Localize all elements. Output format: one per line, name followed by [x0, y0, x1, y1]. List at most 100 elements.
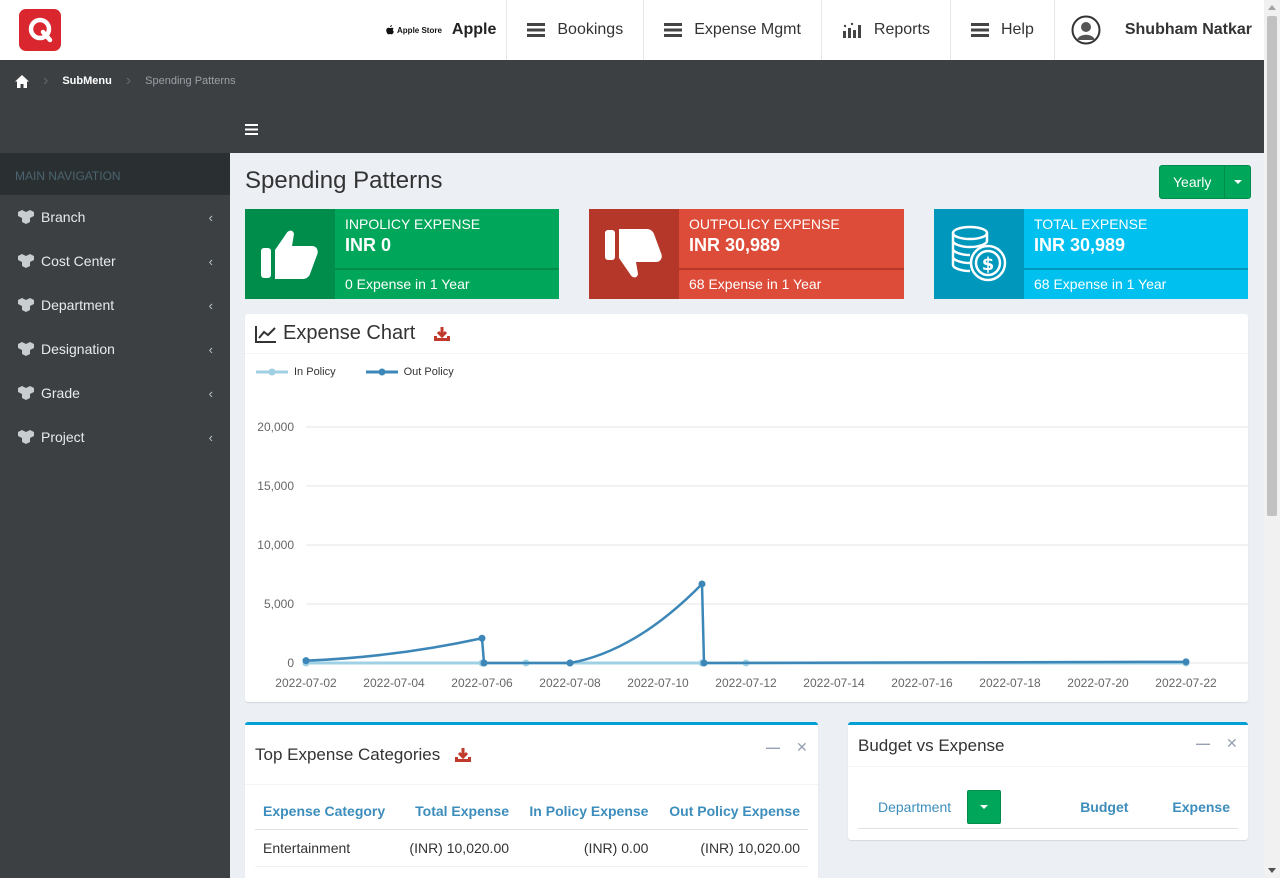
close-icon[interactable]: ✕ — [1226, 735, 1238, 752]
table-cell: (INR) 0.00 — [517, 829, 657, 867]
sidebar-item-department[interactable]: Department ‹ — [0, 283, 230, 327]
legend-out-policy[interactable]: Out Policy — [365, 366, 454, 378]
nav-reports[interactable]: Reports — [822, 0, 951, 60]
data-point[interactable] — [302, 659, 310, 667]
x-tick-label: 2022-07-16 — [891, 676, 953, 690]
department-label: Department — [878, 798, 952, 815]
x-tick-label: 2022-07-02 — [275, 676, 337, 690]
breadcrumb: › SubMenu › Spending Patterns — [15, 72, 236, 90]
home-icon[interactable] — [15, 74, 29, 88]
table-cell: (INR) 10,020.00 — [397, 829, 518, 867]
total-expense-value: INR 30,989 — [1034, 235, 1126, 255]
data-point[interactable] — [478, 659, 486, 667]
app-logo[interactable] — [12, 0, 68, 60]
download-icon[interactable] — [454, 747, 472, 763]
data-point[interactable] — [1182, 659, 1190, 667]
top-expense-table: Expense Category Total Expense In Policy E… — [255, 793, 808, 867]
chevron-left-icon: ‹ — [208, 385, 213, 401]
download-icon[interactable] — [433, 326, 451, 342]
data-point[interactable] — [566, 659, 574, 667]
data-point[interactable] — [478, 634, 486, 642]
total-expense-card-body: TOTAL EXPENSE INR 30,989 68 Expense in 1… — [1024, 209, 1248, 299]
content-header-band: › SubMenu › Spending Patterns — [0, 60, 1264, 153]
data-point[interactable] — [700, 659, 708, 667]
thumbs-down-icon — [589, 209, 679, 299]
table-column-header[interactable]: Out Policy Expense — [656, 793, 808, 830]
outpolicy-title: OUTPOLICY EXPENSE — [689, 216, 840, 232]
data-point[interactable] — [742, 659, 750, 667]
line-chart-icon — [255, 325, 276, 343]
collapse-icon[interactable]: — — [1196, 735, 1210, 752]
chevron-left-icon: ‹ — [208, 253, 213, 269]
budget-column-header: Budget — [1080, 798, 1129, 815]
top-navbar: Apple Store Apple Bookings Expense Mgmt … — [0, 0, 1264, 60]
data-point[interactable] — [480, 659, 488, 667]
nav-expense-mgmt[interactable]: Expense Mgmt — [644, 0, 822, 60]
apple-store-logo: Apple Store — [386, 25, 442, 35]
sidebar-item-cost-center[interactable]: Cost Center ‹ — [0, 239, 230, 283]
table-column-header[interactable]: In Policy Expense — [517, 793, 657, 830]
scroll-up-arrow-icon[interactable] — [1268, 5, 1276, 10]
table-column-header[interactable]: Expense Category — [255, 793, 398, 830]
y-tick-label: 5,000 — [264, 597, 294, 611]
sidebar-toggle-button[interactable] — [245, 122, 258, 140]
sidebar-item-branch[interactable]: Branch ‹ — [0, 195, 230, 239]
budget-vs-expense-title: Budget vs Expense — [858, 735, 1005, 755]
department-dropdown-button[interactable] — [967, 789, 1002, 824]
scroll-down-arrow-icon[interactable] — [1268, 868, 1276, 873]
nav-help[interactable]: Help — [951, 0, 1055, 60]
sidebar: MAIN NAVIGATION Branch ‹ Cost Center ‹ Depar… — [0, 153, 230, 878]
x-tick-label: 2022-07-12 — [715, 676, 777, 690]
sidebar-item-grade[interactable]: Grade ‹ — [0, 371, 230, 415]
expense-column-header: Expense — [1172, 798, 1230, 815]
outpolicy-card-body: OUTPOLICY EXPENSE INR 30,989 68 Expense … — [679, 209, 904, 299]
outpolicy-value: INR 30,989 — [689, 235, 781, 255]
legend-in-policy[interactable]: In Policy — [256, 366, 336, 378]
data-point[interactable] — [698, 580, 706, 588]
cubes-icon — [18, 386, 34, 400]
data-point[interactable] — [522, 659, 530, 667]
period-dropdown[interactable]: Yearly — [1159, 165, 1252, 199]
period-dropdown-toggle[interactable] — [1225, 166, 1250, 198]
expense-chart-box: Expense Chart In Policy Out Policy 0 5,00… — [245, 314, 1248, 702]
brand-store[interactable]: Apple Store Apple — [386, 0, 508, 60]
hamburger-icon — [245, 124, 258, 135]
menu-icon — [970, 23, 989, 37]
nav-help-label: Help — [1000, 21, 1034, 38]
sidebar-item-project[interactable]: Project ‹ — [0, 415, 230, 459]
page-title: Spending Patterns — [245, 167, 443, 194]
inpolicy-value: INR 0 — [345, 235, 392, 255]
user-menu[interactable]: Shubham Natkar — [1055, 0, 1264, 60]
series-line-out-policy — [305, 580, 1187, 665]
user-avatar-icon — [1071, 15, 1101, 45]
period-selected[interactable]: Yearly — [1160, 166, 1226, 198]
x-tick-label: 2022-07-18 — [979, 676, 1041, 690]
data-point[interactable] — [698, 659, 706, 667]
top-expense-categories-title: Top Expense Categories — [255, 744, 441, 764]
data-point[interactable] — [566, 659, 574, 667]
collapse-icon[interactable]: — — [766, 739, 780, 756]
table-row: Entertainment (INR) 10,020.00 (INR) 0.00 (I… — [255, 829, 808, 867]
breadcrumb-current: Spending Patterns — [145, 75, 236, 87]
budget-vs-expense-header: Budget vs Expense — [848, 725, 1248, 767]
cubes-icon — [18, 254, 34, 268]
data-point[interactable] — [1182, 658, 1190, 666]
scrollbar-thumb[interactable] — [1267, 16, 1277, 516]
inpolicy-title: INPOLICY EXPENSE — [345, 216, 481, 232]
brand-store-label: Apple Store — [397, 25, 442, 35]
inpolicy-card: INPOLICY EXPENSE INR 0 0 Expense in 1 Ye… — [245, 209, 559, 299]
data-point[interactable] — [480, 659, 488, 667]
chart-legend: In Policy Out Policy — [256, 366, 454, 378]
nav-bookings[interactable]: Bookings — [507, 0, 645, 60]
vertical-scrollbar[interactable] — [1264, 0, 1280, 878]
data-point[interactable] — [302, 657, 310, 665]
inpolicy-card-body: INPOLICY EXPENSE INR 0 0 Expense in 1 Ye… — [335, 209, 559, 299]
main-content: Spending Patterns Yearly INPOLICY EXPENS… — [230, 153, 1264, 878]
cubes-icon — [18, 430, 34, 444]
close-icon[interactable]: ✕ — [796, 739, 808, 756]
chevron-left-icon: ‹ — [208, 429, 213, 445]
breadcrumb-submenu[interactable]: SubMenu — [62, 75, 112, 87]
budget-vs-expense-table-head: Department Budget Expense — [858, 785, 1238, 829]
sidebar-item-designation[interactable]: Designation ‹ — [0, 327, 230, 371]
table-column-header[interactable]: Total Expense — [397, 793, 518, 830]
